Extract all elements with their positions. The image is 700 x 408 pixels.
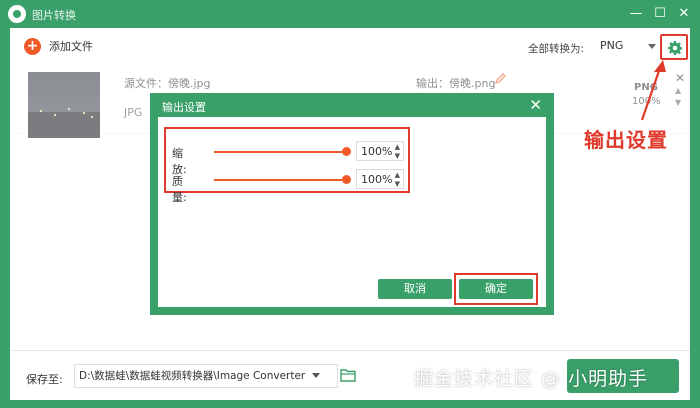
quality-slider-track[interactable]: [214, 179, 346, 181]
save-path-field[interactable]: D:\数据蛙\数据蛙视频转换器\Image Converter: [74, 364, 338, 388]
window-frame-left: [0, 28, 10, 408]
window-frame-right: [690, 28, 700, 408]
gear-icon[interactable]: [668, 41, 682, 55]
quality-decrement-button[interactable]: ▼: [395, 180, 400, 188]
folder-icon[interactable]: [340, 368, 356, 382]
format-select[interactable]: PNG: [592, 36, 658, 56]
scale-slider-track[interactable]: [214, 151, 346, 153]
annotation-arrow-icon: [640, 60, 666, 121]
ok-button[interactable]: 确定: [459, 279, 533, 299]
watermark-text: 掘金技术社区 @ 小明助手: [414, 368, 649, 390]
cancel-button[interactable]: 取消: [378, 279, 452, 299]
settings-highlight-box: 缩放: 100% ▲ ▼ 质量: 100% ▲ ▼: [164, 127, 410, 204]
maximize-button[interactable]: ☐: [652, 6, 668, 22]
plus-icon: +: [24, 37, 41, 55]
output-settings-highlight: [660, 34, 688, 60]
dialog-body: 缩放: 100% ▲ ▼ 质量: 100% ▲ ▼ 取消 确定: [158, 117, 546, 307]
scale-slider-handle[interactable]: [342, 147, 351, 156]
scale-increment-button[interactable]: ▲: [395, 143, 400, 151]
output-settings-dialog: 输出设置 ✕ 缩放: 100% ▲ ▼ 质量: 100% ▲ ▼ 取消 确定: [150, 93, 554, 315]
quality-value: 100%: [361, 173, 393, 186]
quality-stepper[interactable]: 100% ▲ ▼: [356, 169, 404, 189]
dialog-title: 输出设置: [162, 101, 206, 114]
ok-button-highlight: 确定: [454, 273, 538, 305]
save-to-label: 保存至:: [26, 373, 63, 386]
window-title: 图片转换: [32, 9, 76, 22]
scale-value: 100%: [361, 145, 393, 158]
format-select-value: PNG: [600, 39, 624, 52]
quality-increment-button[interactable]: ▲: [395, 171, 400, 179]
dialog-close-button[interactable]: ✕: [529, 96, 542, 114]
app-logo-icon: [8, 5, 26, 23]
scale-decrement-button[interactable]: ▼: [395, 152, 400, 160]
path-dropdown-icon[interactable]: [312, 373, 320, 378]
quality-slider-handle[interactable]: [342, 175, 351, 184]
quality-label: 质量:: [172, 175, 187, 204]
annotation-label: 输出设置: [584, 128, 668, 152]
chevron-down-icon: [648, 44, 656, 49]
add-file-button[interactable]: + 添加文件: [24, 37, 93, 55]
close-window-button[interactable]: ✕: [676, 6, 692, 22]
minimize-button[interactable]: —: [628, 6, 644, 22]
window-frame-bottom: [0, 400, 700, 408]
title-bar: 图片转换 — ☐ ✕: [0, 0, 700, 28]
scale-stepper[interactable]: 100% ▲ ▼: [356, 141, 404, 161]
convert-all-label: 全部转换为:: [528, 43, 585, 55]
add-file-label: 添加文件: [49, 40, 93, 53]
